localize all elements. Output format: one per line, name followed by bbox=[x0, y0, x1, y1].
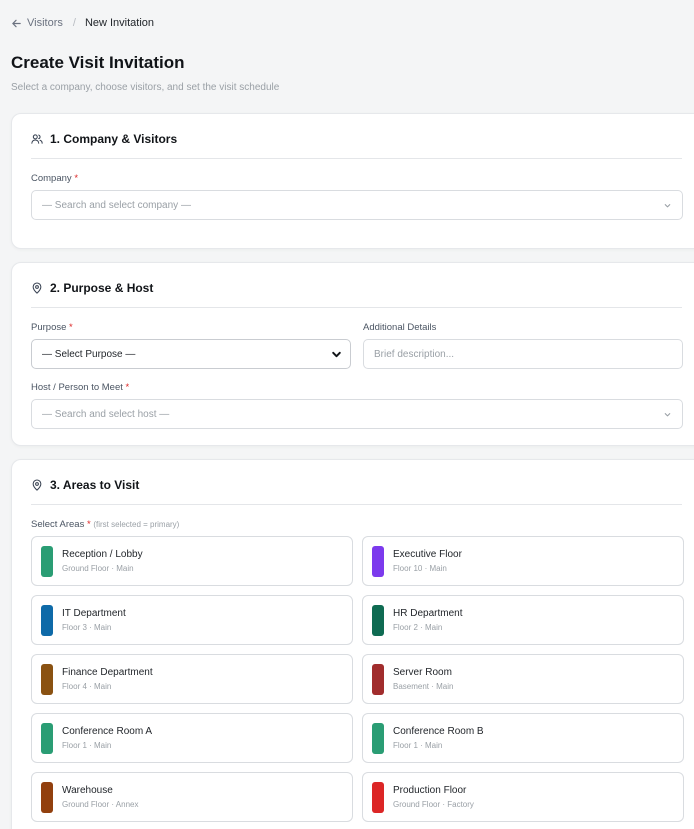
area-name: Server Room bbox=[393, 667, 452, 678]
page-subtitle: Select a company, choose visitors, and s… bbox=[11, 82, 280, 93]
back-link[interactable]: Visitors bbox=[11, 17, 63, 29]
company-placeholder: — Search and select company — bbox=[42, 199, 191, 211]
section-header-areas: 3. Areas to Visit bbox=[31, 478, 682, 505]
area-color-swatch bbox=[372, 605, 384, 636]
company-label: Company * bbox=[31, 173, 79, 184]
area-color-swatch bbox=[372, 664, 384, 695]
area-location: Ground Floor · Factory bbox=[393, 800, 474, 809]
area-name: Conference Room A bbox=[62, 726, 153, 737]
area-option-warehouse[interactable]: Warehouse Ground Floor · Annex bbox=[31, 772, 353, 822]
area-name: IT Department bbox=[62, 608, 126, 619]
purpose-host-card: 2. Purpose & Host Purpose * — Select Pur… bbox=[11, 262, 694, 446]
area-location: Floor 2 · Main bbox=[393, 623, 443, 632]
section-title: 2. Purpose & Host bbox=[50, 281, 154, 295]
purpose-select[interactable]: — Select Purpose — bbox=[31, 339, 351, 369]
area-color-swatch bbox=[41, 723, 53, 754]
section-title: 3. Areas to Visit bbox=[50, 478, 140, 492]
area-name: Finance Department bbox=[62, 667, 153, 678]
section-header-company-visitors: 1. Company & Visitors bbox=[31, 132, 682, 159]
breadcrumb-separator: / bbox=[72, 17, 76, 29]
area-name: Warehouse bbox=[62, 785, 113, 796]
area-option-server-room[interactable]: Server Room Basement · Main bbox=[362, 654, 684, 704]
chevron-down-icon bbox=[664, 413, 671, 417]
area-color-swatch bbox=[41, 605, 53, 636]
area-color-swatch bbox=[41, 546, 53, 577]
breadcrumb-visitors: Visitors bbox=[27, 17, 63, 29]
areas-hint: (first selected = primary) bbox=[93, 520, 180, 529]
purpose-value: — Select Purpose — bbox=[42, 348, 136, 360]
users-icon bbox=[31, 134, 43, 144]
area-name: Executive Floor bbox=[393, 549, 462, 560]
area-color-swatch bbox=[41, 782, 53, 813]
area-location: Ground Floor · Main bbox=[62, 564, 134, 573]
area-location: Floor 1 · Main bbox=[62, 741, 112, 750]
breadcrumb: Visitors / New Invitation bbox=[11, 17, 154, 29]
map-pin-icon bbox=[32, 479, 42, 491]
area-location: Floor 1 · Main bbox=[393, 741, 443, 750]
purpose-label: Purpose * bbox=[31, 322, 73, 333]
area-option-production-floor[interactable]: Production Floor Ground Floor · Factory bbox=[362, 772, 684, 822]
area-name: Reception / Lobby bbox=[62, 549, 143, 560]
host-placeholder: — Search and select host — bbox=[42, 408, 170, 420]
page-title: Create Visit Invitation bbox=[11, 53, 185, 72]
map-pin-icon bbox=[32, 282, 42, 294]
areas-label: Select Areas * (first selected = primary… bbox=[31, 519, 180, 530]
area-option-hr-department[interactable]: HR Department Floor 2 · Main bbox=[362, 595, 684, 645]
area-name: Conference Room B bbox=[393, 726, 484, 737]
area-name: Production Floor bbox=[393, 785, 467, 796]
area-color-swatch bbox=[372, 723, 384, 754]
section-header-purpose-host: 2. Purpose & Host bbox=[31, 281, 682, 308]
area-option-conference-room-b[interactable]: Conference Room B Floor 1 · Main bbox=[362, 713, 684, 763]
company-visitors-card: 1. Company & Visitors Company * — Search… bbox=[11, 113, 694, 249]
area-option-conference-room-a[interactable]: Conference Room A Floor 1 · Main bbox=[31, 713, 353, 763]
area-location: Floor 3 · Main bbox=[62, 623, 112, 632]
details-label: Additional Details bbox=[363, 322, 437, 333]
areas-card: 3. Areas to Visit Select Areas * (first … bbox=[11, 459, 694, 829]
arrow-left-icon bbox=[12, 19, 21, 27]
chevron-down-icon bbox=[664, 204, 671, 208]
breadcrumb-current: New Invitation bbox=[84, 17, 155, 29]
area-name: HR Department bbox=[393, 608, 463, 619]
area-color-swatch bbox=[372, 546, 384, 577]
area-location: Floor 10 · Main bbox=[393, 564, 447, 573]
area-option-finance-department[interactable]: Finance Department Floor 4 · Main bbox=[31, 654, 353, 704]
area-location: Floor 4 · Main bbox=[62, 682, 112, 691]
details-placeholder: Brief description... bbox=[374, 348, 455, 360]
host-label: Host / Person to Meet * bbox=[31, 382, 130, 393]
section-title: 1. Company & Visitors bbox=[50, 132, 178, 146]
area-color-swatch bbox=[372, 782, 384, 813]
area-location: Basement · Main bbox=[393, 682, 454, 691]
company-select[interactable]: — Search and select company — bbox=[31, 190, 683, 220]
area-color-swatch bbox=[41, 664, 53, 695]
host-select[interactable]: — Search and select host — bbox=[31, 399, 683, 429]
details-input[interactable]: Brief description... bbox=[363, 339, 683, 369]
area-option-executive-floor[interactable]: Executive Floor Floor 10 · Main bbox=[362, 536, 684, 586]
area-option-it-department[interactable]: IT Department Floor 3 · Main bbox=[31, 595, 353, 645]
area-option-reception-lobby[interactable]: Reception / Lobby Ground Floor · Main bbox=[31, 536, 353, 586]
chevron-down-icon bbox=[332, 351, 341, 358]
area-location: Ground Floor · Annex bbox=[62, 800, 139, 809]
